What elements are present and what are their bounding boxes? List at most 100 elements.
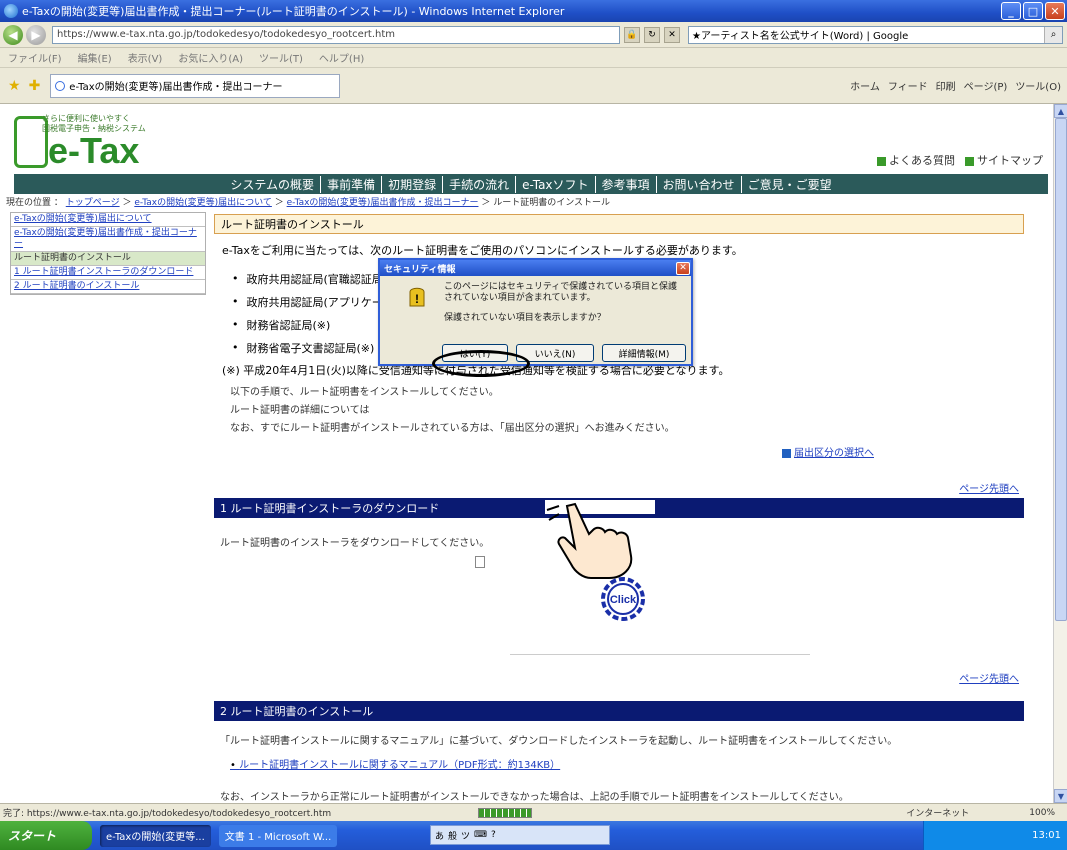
breadcrumb-corner[interactable]: e-Taxの開始(変更等)届出書作成・提出コーナー <box>287 198 479 208</box>
sidenav-item-about[interactable]: e-Taxの開始(変更等)届出について <box>11 213 205 227</box>
close-button[interactable]: ✕ <box>1045 2 1065 20</box>
menu-edit[interactable]: 編集(E) <box>70 50 120 65</box>
nav-initial-registration[interactable]: 初期登録 <box>382 175 444 193</box>
breadcrumb-top[interactable]: トップページ <box>66 198 120 208</box>
forward-button[interactable]: ▶ <box>26 24 46 45</box>
click-badge-text: Click <box>610 594 637 606</box>
sidenav-item-rootcert: ルート証明書のインストール <box>11 252 205 266</box>
pointing-hand-icon <box>545 500 655 579</box>
page-top-link[interactable]: ページ先頭へ <box>959 670 1019 685</box>
nav-procedure-flow[interactable]: 手続の流れ <box>443 175 517 193</box>
search-input[interactable]: ★アーティスト名を公式サイト(Word) | Google ⌕ <box>688 25 1063 44</box>
broken-image-icon[interactable] <box>475 556 485 568</box>
more-info-button[interactable]: 詳細情報(M) <box>602 344 686 362</box>
ime-icon: あ <box>435 831 445 842</box>
lock-icon[interactable]: 🔒 <box>624 26 640 43</box>
procedure-line: ルート証明書の詳細については <box>230 405 370 416</box>
dialog-close-button[interactable]: ✕ <box>676 261 690 275</box>
refresh-icon[interactable]: ↻ <box>644 26 660 43</box>
page-content: さらに便利に使いやすく 国税電子申告・納税システム e-Tax よくある質問 サ… <box>0 104 1053 803</box>
command-bar: ホーム フィード 印刷 ページ(P) ツール(O) <box>850 78 1061 93</box>
favorites-star-icon[interactable]: ★ <box>8 78 21 94</box>
sitemap-link[interactable]: サイトマップ <box>965 152 1043 168</box>
tools-menu-button[interactable]: ツール(O) <box>1015 78 1061 93</box>
section2-text: 「ルート証明書インストールに関するマニュアル」に基づいて、ダウンロードしたインス… <box>220 736 898 747</box>
highlight-ellipse <box>432 350 530 377</box>
progress-fill <box>479 808 531 817</box>
select-category-link[interactable]: 届出区分の選択へ <box>782 444 874 459</box>
dialog-message: このページにはセキュリティで保護されている項目と保護されていない項目が含まれてい… <box>444 282 678 303</box>
search-icon[interactable]: ⌕ <box>1044 26 1062 43</box>
breadcrumb-prefix: 現在の位置 ： <box>6 198 63 208</box>
print-button[interactable]: 印刷 <box>936 78 956 93</box>
window-title: e-Taxの開始(変更等)届出書作成・提出コーナー(ルート証明書のインストール)… <box>22 5 565 18</box>
clock[interactable]: 13:01 <box>1032 830 1061 841</box>
faq-link[interactable]: よくある質問 <box>877 152 955 168</box>
nav-feedback[interactable]: ご意見・ご要望 <box>742 176 838 193</box>
scroll-up-icon[interactable]: ▲ <box>1054 104 1067 118</box>
procedure-line: 以下の手順で、ルート証明書をインストールしてください。 <box>230 387 499 398</box>
section2-text2: なお、インストーラから正常にルート証明書がインストールできなかった場合は、上記の… <box>220 792 849 803</box>
page-menu-button[interactable]: ページ(P) <box>964 78 1008 93</box>
window-titlebar: e-Taxの開始(変更等)届出書作成・提出コーナー(ルート証明書のインストール)… <box>0 0 1067 22</box>
click-badge-icon: Click <box>601 577 645 621</box>
nav-reference[interactable]: 参考事項 <box>596 175 657 193</box>
dialog-question: 保護されていない項目を表示しますか？ <box>444 313 606 323</box>
breadcrumb-about[interactable]: e-Taxの開始(変更等)届出について <box>134 198 272 208</box>
menu-view[interactable]: 表示(V) <box>120 50 171 65</box>
nav-preparation[interactable]: 事前準備 <box>321 175 383 193</box>
add-favorite-icon[interactable]: ✚ <box>29 78 41 94</box>
vertical-scrollbar[interactable]: ▲ ▼ <box>1053 104 1067 803</box>
breadcrumb: 現在の位置 ： トップページ ＞ e-Taxの開始(変更等)届出について ＞ e… <box>6 198 611 208</box>
minimize-button[interactable]: _ <box>1001 2 1021 20</box>
menu-help[interactable]: ヘルプ(H) <box>311 50 372 65</box>
scroll-down-icon[interactable]: ▼ <box>1054 789 1067 803</box>
maximize-button[interactable]: □ <box>1023 2 1043 20</box>
tab-label: e-Taxの開始(変更等)届出書作成・提出コーナー <box>69 82 283 93</box>
menu-bar: ファイル(F) 編集(E) 表示(V) お気に入り(A) ツール(T) ヘルプ(… <box>0 48 1067 68</box>
menu-file[interactable]: ファイル(F) <box>0 50 70 65</box>
dialog-titlebar: セキュリティ情報 ✕ <box>380 260 691 276</box>
dialog-title: セキュリティ情報 <box>384 264 456 275</box>
section2-header: 2 ルート証明書のインストール <box>214 701 1024 721</box>
procedure-text: 以下の手順で、ルート証明書をインストールしてください。 ルート証明書の詳細につい… <box>230 384 1030 438</box>
security-zone: インターネット <box>906 809 970 819</box>
breadcrumb-current: ルート証明書のインストール <box>493 198 611 208</box>
sidenav-item-corner[interactable]: e-Taxの開始(変更等)届出書作成・提出コーナー <box>11 227 205 252</box>
system-tray: 13:01 <box>923 821 1067 850</box>
logo-text: e-Tax <box>48 130 140 171</box>
ie-icon <box>4 4 18 18</box>
global-nav: システムの概要 事前準備 初期登録 手続の流れ e-Taxソフト 参考事項 お問… <box>14 174 1048 194</box>
ime-language-bar[interactable]: あ般ツ ⌨? <box>430 825 610 845</box>
etax-logo[interactable]: さらに便利に使いやすく 国税電子申告・納税システム e-Tax <box>14 112 314 174</box>
section1-text: ルート証明書のインストーラをダウンロードしてください。 <box>220 538 490 549</box>
start-button[interactable]: スタート <box>0 821 92 850</box>
menu-tools[interactable]: ツール(T) <box>251 50 311 65</box>
tab-current[interactable]: e-Taxの開始(変更等)届出書作成・提出コーナー <box>50 73 341 98</box>
nav-etax-software[interactable]: e-Taxソフト <box>516 175 596 193</box>
status-bar: 完了: https://www.e-tax.nta.go.jp/todokede… <box>0 803 1067 821</box>
sidenav-item-install[interactable]: 2 ルート証明書のインストール <box>11 280 205 294</box>
back-button[interactable]: ◀ <box>3 24 23 45</box>
progress-bar <box>478 807 532 818</box>
stop-icon[interactable]: ✕ <box>664 26 680 43</box>
scroll-thumb[interactable] <box>1055 118 1067 621</box>
feeds-button[interactable]: フィード <box>888 78 928 93</box>
nav-contact[interactable]: お問い合わせ <box>657 175 742 193</box>
divider <box>510 654 810 655</box>
task-ie[interactable]: e-Taxの開始(変更等... <box>100 824 211 847</box>
intro-text: e-Taxをご利用に当たっては、次のルート証明書をご使用のパソコンにインストール… <box>222 244 743 257</box>
security-warning-dialog: セキュリティ情報 ✕ ! このページにはセキュリティで保護されている項目と保護さ… <box>378 258 693 366</box>
sidenav-item-download[interactable]: 1 ルート証明書インストーラのダウンロード <box>11 266 205 280</box>
zoom-level[interactable]: 100% <box>1029 808 1055 818</box>
nav-system-overview[interactable]: システムの概要 <box>224 175 322 193</box>
task-word[interactable]: 文書 1 - Microsoft W... <box>218 824 338 847</box>
address-bar[interactable]: https://www.e-tax.nta.go.jp/todokedesyo/… <box>52 25 620 44</box>
home-button[interactable]: ホーム <box>850 78 880 93</box>
address-toolbar: ◀ ▶ https://www.e-tax.nta.go.jp/todokede… <box>0 22 1067 48</box>
manual-pdf-link[interactable]: ルート証明書インストールに関するマニュアル（PDF形式：約134KB） <box>230 756 560 771</box>
warning-icon: ! <box>409 287 425 307</box>
menu-favorites[interactable]: お気に入り(A) <box>170 50 251 65</box>
page-top-link[interactable]: ページ先頭へ <box>959 480 1019 495</box>
top-links: よくある質問 サイトマップ <box>877 152 1043 168</box>
